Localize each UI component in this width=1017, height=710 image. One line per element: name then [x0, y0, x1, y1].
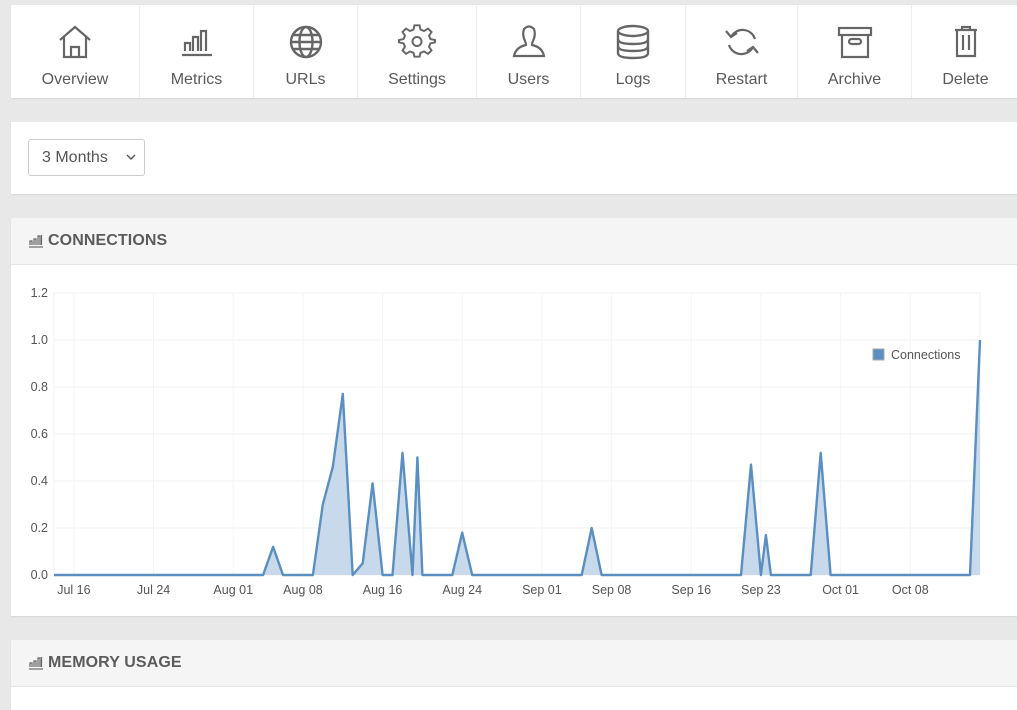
y-tick-label: 0.4 — [31, 474, 48, 488]
restart-button[interactable]: Restart — [686, 5, 798, 98]
urls-label: URLs — [285, 71, 326, 88]
refresh-icon — [724, 28, 759, 56]
x-axis-ticks: Jul 16 Jul 24 Aug 01 Aug 08 Aug 16 Aug 24 Sep … — [57, 583, 929, 597]
metrics-button[interactable]: Metrics — [140, 5, 254, 98]
time-range-select[interactable]: 3 Months — [28, 139, 145, 176]
archive-button[interactable]: Archive — [798, 5, 912, 98]
y-tick-label: 1.0 — [31, 333, 48, 347]
time-range-value: 3 Months — [42, 149, 108, 166]
urls-button[interactable]: URLs — [254, 5, 358, 98]
x-tick-label: Oct 08 — [892, 583, 929, 597]
connections-panel: CONNECTIONS 0.0 0.2 0.4 0.6 0.8 1.0 1.2 Jul 16… — [11, 218, 1017, 616]
connections-chart: 0.0 0.2 0.4 0.6 0.8 1.0 1.2 Jul 16 Jul 24 Aug 01… — [31, 286, 982, 597]
gear-icon — [398, 24, 436, 58]
y-tick-label: 1.2 — [31, 286, 48, 300]
bar-chart-icon — [181, 29, 212, 57]
globe-icon — [289, 25, 322, 59]
archive-label: Archive — [827, 71, 882, 88]
x-tick-label: Aug 01 — [213, 583, 253, 597]
delete-label: Delete — [942, 71, 989, 88]
x-tick-label: Aug 08 — [283, 583, 323, 597]
settings-button[interactable]: Settings — [358, 5, 477, 98]
bar-chart-icon — [29, 657, 43, 670]
delete-button[interactable]: Delete — [912, 5, 1017, 98]
chart-legend[interactable]: Connections — [872, 348, 961, 362]
user-icon — [512, 25, 545, 58]
action-toolbar: Overview Metrics URLs Settings Users Log… — [11, 4, 1017, 98]
y-tick-label: 0.6 — [31, 427, 48, 441]
x-tick-label: Sep 08 — [592, 583, 632, 597]
metrics-label: Metrics — [170, 71, 223, 88]
settings-label: Settings — [388, 71, 446, 88]
archive-box-icon — [837, 26, 872, 59]
overview-label: Overview — [41, 71, 109, 88]
chart-grid — [53, 292, 981, 576]
chevron-down-icon — [126, 154, 136, 160]
filter-panel: 3 Months — [11, 122, 1017, 194]
x-tick-label: Sep 16 — [671, 583, 711, 597]
x-tick-label: Jul 24 — [137, 583, 170, 597]
memory-panel-header: MEMORY USAGE — [11, 640, 1017, 687]
y-tick-label: 0.8 — [31, 380, 48, 394]
legend-label: Connections — [891, 348, 961, 362]
logs-label: Logs — [615, 71, 651, 88]
connections-title: CONNECTIONS — [48, 232, 168, 249]
legend-swatch — [872, 348, 885, 361]
logs-button[interactable]: Logs — [581, 5, 686, 98]
restart-label: Restart — [715, 71, 768, 88]
x-tick-label: Aug 24 — [442, 583, 482, 597]
overview-button[interactable]: Overview — [11, 5, 140, 98]
connections-panel-header: CONNECTIONS — [11, 218, 1017, 265]
database-icon — [616, 24, 650, 60]
x-tick-label: Aug 16 — [363, 583, 403, 597]
y-tick-label: 0.2 — [31, 521, 48, 535]
bar-chart-icon — [29, 235, 43, 248]
memory-usage-title: MEMORY USAGE — [48, 654, 182, 671]
x-tick-label: Oct 01 — [822, 583, 859, 597]
users-label: Users — [507, 71, 550, 88]
y-tick-label: 0.0 — [31, 568, 48, 582]
x-tick-label: Sep 01 — [522, 583, 562, 597]
x-tick-label: Sep 23 — [741, 583, 781, 597]
users-button[interactable]: Users — [477, 5, 581, 98]
y-axis-ticks: 0.0 0.2 0.4 0.6 0.8 1.0 1.2 — [31, 286, 48, 582]
memory-usage-panel: MEMORY USAGE — [11, 640, 1017, 710]
home-icon — [59, 25, 91, 59]
x-tick-label: Jul 16 — [57, 583, 90, 597]
trash-icon — [954, 25, 977, 58]
